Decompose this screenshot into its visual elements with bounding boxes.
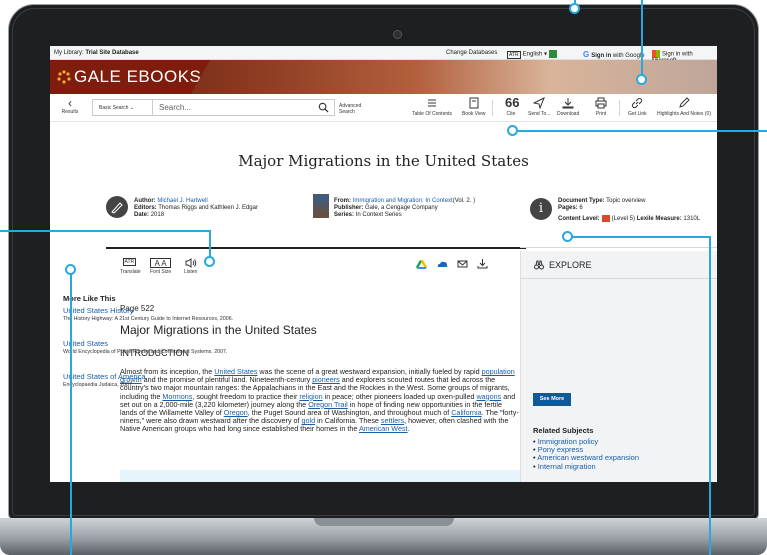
banner: GALE EBOOKS <box>50 60 717 94</box>
green-square-icon <box>548 50 557 58</box>
get-link-button[interactable]: Get Link <box>628 97 647 117</box>
toolbar: ‹ Results Basic Search ⌄ AdvancedSearch … <box>50 94 717 122</box>
article-divider <box>106 247 526 249</box>
atr-icon: ATR <box>507 50 521 59</box>
related-title-link[interactable]: United States History <box>63 306 239 315</box>
download-button[interactable]: Download <box>557 97 579 117</box>
email-icon[interactable] <box>457 259 468 269</box>
camera-icon <box>393 30 402 39</box>
back-to-results-button[interactable]: ‹ Results <box>58 97 82 119</box>
print-button[interactable]: Print <box>595 97 607 117</box>
font-size-button[interactable]: A A Font Size <box>150 258 172 275</box>
author-avatar <box>106 196 128 218</box>
change-databases-link[interactable]: Change Databases <box>446 50 497 56</box>
source-info: From: Immigration and Migration: In Cont… <box>334 198 476 218</box>
related-title-link[interactable]: United States <box>63 339 239 348</box>
callout-dot <box>569 3 580 14</box>
font-size-icon: A A <box>150 258 172 268</box>
search-type-dropdown[interactable]: Basic Search ⌄ <box>93 100 153 115</box>
article-link[interactable]: American West <box>359 424 408 433</box>
translate-icon: ATR <box>122 258 137 266</box>
callout-dot <box>65 264 76 275</box>
search-icon[interactable] <box>318 102 329 113</box>
listen-button[interactable]: Listen <box>184 258 197 275</box>
onedrive-icon[interactable] <box>437 259 448 269</box>
send-to-button[interactable]: Send To... <box>528 97 550 117</box>
content-level-icon <box>601 215 610 222</box>
list-item: United States World Encyclopedia of Poli… <box>63 339 239 355</box>
callout-dot <box>204 256 215 267</box>
callout-line <box>512 130 767 132</box>
quote-icon: 66 <box>505 95 520 110</box>
top-utility-bar: My Library: Trial Site Database Change D… <box>50 46 717 64</box>
book-view-button[interactable]: Book View <box>462 97 486 117</box>
brand-panel: GALE EBOOKS <box>50 60 210 94</box>
binoculars-icon <box>534 260 544 270</box>
google-sign-in-button[interactable]: G Sign in with Google <box>583 50 645 59</box>
library-label: My Library: Trial Site Database <box>54 50 139 56</box>
related-title-link[interactable]: United States of America <box>63 372 239 381</box>
brand-name[interactable]: GALE EBOOKS <box>74 67 201 87</box>
speaker-icon <box>185 258 196 268</box>
advanced-search-link[interactable]: Advanced Search <box>339 103 361 115</box>
callout-dot <box>562 231 573 242</box>
translate-button[interactable]: ATR Translate <box>120 258 141 275</box>
microsoft-icon <box>652 50 660 58</box>
callout-dot <box>507 125 518 136</box>
callout-line <box>641 0 643 76</box>
google-icon: G <box>583 50 590 59</box>
chevron-left-icon: ‹ <box>68 96 72 110</box>
search-box: Basic Search ⌄ <box>92 99 335 116</box>
highlights-notes-button[interactable]: Highlights And Notes (0) <box>657 97 711 117</box>
download-icon <box>562 98 574 109</box>
callout-line <box>709 236 711 555</box>
document-details: Document Type: Topic overview Pages: 6 C… <box>558 198 701 223</box>
laptop-notch <box>314 518 454 526</box>
table-of-contents-button[interactable]: Table Of Contents <box>412 97 452 117</box>
source-book-link[interactable]: Immigration and Migration: In Context <box>353 198 453 204</box>
list-item: United States History The History Highwa… <box>63 306 239 322</box>
author-info: Author: Michael J. Hartwell Editors: Tho… <box>134 198 258 218</box>
cite-button[interactable]: 66 Cite <box>505 95 520 117</box>
pencil-icon <box>679 97 690 108</box>
toolbar-divider <box>492 100 493 116</box>
quill-icon <box>111 202 123 214</box>
explore-sidebar: EXPLORE <box>520 251 717 482</box>
author-link[interactable]: Michael J. Hartwell <box>157 198 207 204</box>
info-badge: i <box>530 198 552 220</box>
language-selector[interactable]: ATR English ▾ <box>507 50 557 59</box>
info-icon: i <box>538 201 544 216</box>
gale-logo-icon <box>57 70 71 84</box>
link-icon <box>632 97 643 109</box>
article-title: Major Migrations in the United States <box>120 323 317 337</box>
list-item: United States of America Encyclopaedia J… <box>63 372 239 388</box>
callout-line <box>567 236 710 238</box>
document-title: Major Migrations in the United States <box>238 152 529 170</box>
callout-dot <box>636 74 647 85</box>
printer-icon <box>595 97 607 109</box>
callout-line <box>70 272 72 555</box>
sidebar-divider <box>520 247 717 248</box>
google-drive-icon[interactable] <box>416 259 427 269</box>
share-download-icon[interactable] <box>477 259 488 269</box>
list-icon <box>428 99 437 107</box>
toolbar-divider <box>619 100 620 116</box>
see-more-button[interactable]: See More <box>533 393 571 406</box>
book-cover-thumbnail[interactable] <box>313 194 329 218</box>
send-icon <box>533 97 546 109</box>
callout-line <box>0 230 209 232</box>
explore-heading: EXPLORE <box>521 251 717 279</box>
screen: My Library: Trial Site Database Change D… <box>50 46 717 482</box>
book-icon <box>469 97 479 109</box>
search-input[interactable] <box>159 101 309 114</box>
highlight-box <box>120 470 520 482</box>
